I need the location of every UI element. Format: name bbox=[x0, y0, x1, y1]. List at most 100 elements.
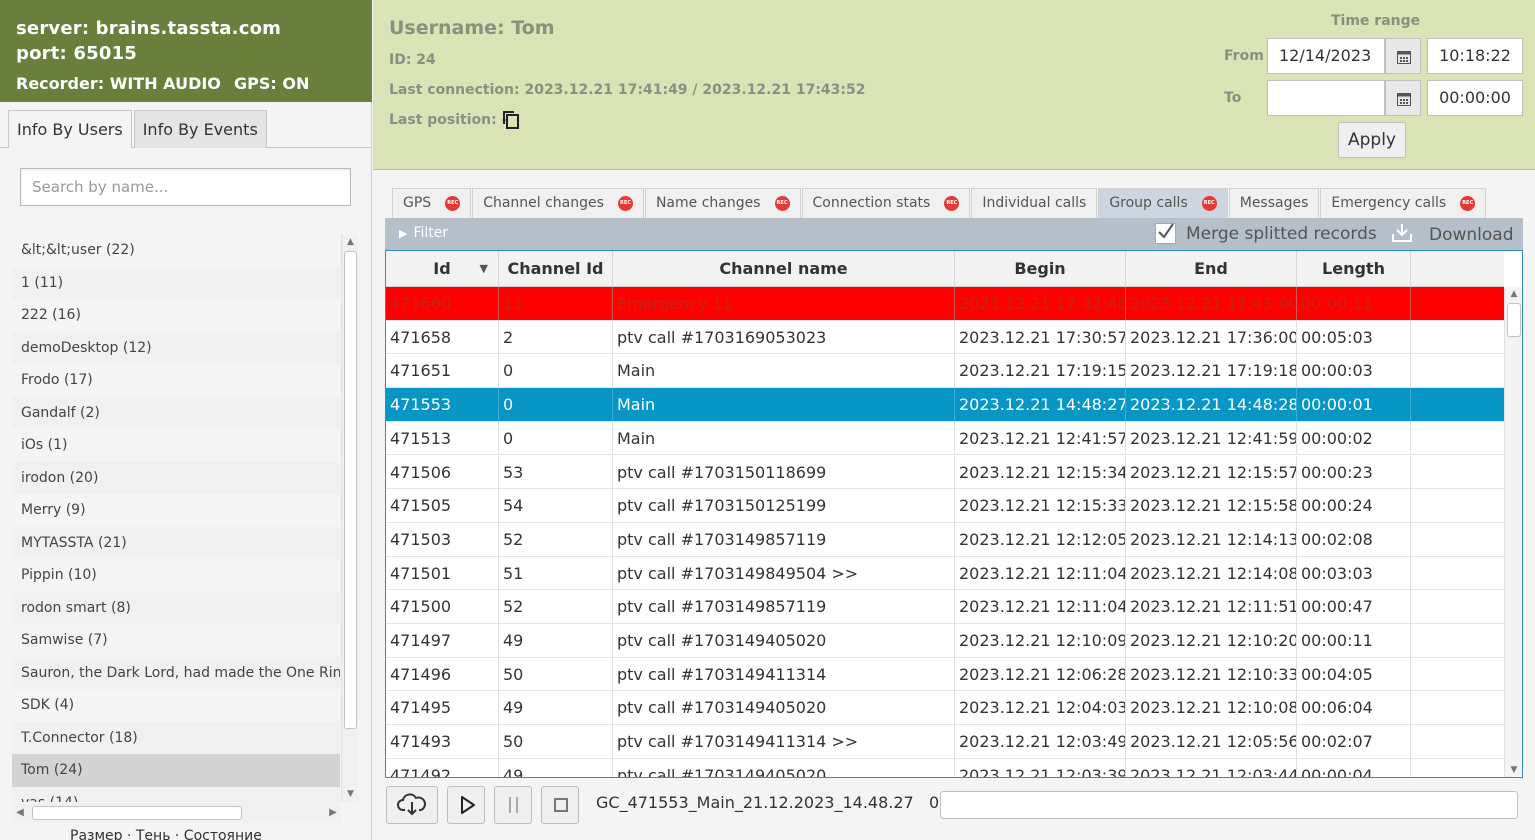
user-list-item[interactable]: Gandalf (2) bbox=[12, 396, 340, 429]
table-row[interactable]: 471506 53 ptv call #1703150118699 2023.12.2… bbox=[386, 455, 1504, 490]
table-row[interactable]: 471660 11 Emergency 11 2023.12.21 17:42:48 2… bbox=[386, 287, 1504, 321]
user-list-item[interactable]: Frodo (17) bbox=[12, 364, 340, 397]
from-date-input[interactable]: 12/14/2023 bbox=[1267, 38, 1385, 74]
tab-gps[interactable]: GPS REC bbox=[392, 188, 472, 218]
scroll-up-icon[interactable]: ▲ bbox=[1505, 287, 1522, 301]
tab-channel-changes[interactable]: Channel changes REC bbox=[472, 188, 644, 218]
table-row[interactable]: 471651 0 Main 2023.12.21 17:19:15 2023.12.21… bbox=[386, 354, 1504, 389]
table-row[interactable]: 471513 0 Main 2023.12.21 12:41:57 2023.12.21… bbox=[386, 421, 1504, 456]
user-list-item[interactable]: 222 (16) bbox=[12, 299, 340, 332]
playback-progress-bar[interactable] bbox=[940, 791, 1518, 819]
table-cell: 00:00:11 bbox=[1297, 624, 1411, 657]
scroll-up-icon[interactable]: ▲ bbox=[342, 234, 359, 250]
table-scroll-thumb[interactable] bbox=[1507, 303, 1521, 337]
user-list-item[interactable]: vas (14) bbox=[12, 786, 340, 802]
column-header[interactable]: Length bbox=[1297, 251, 1411, 287]
rec-icon: REC bbox=[1201, 195, 1217, 211]
user-list-item[interactable]: Merry (9) bbox=[12, 494, 340, 527]
stop-button[interactable] bbox=[541, 786, 579, 824]
table-row[interactable]: 471501 51 ptv call #1703149849504 >> 2023.1… bbox=[386, 556, 1504, 591]
tab-info-by-events[interactable]: Info By Events bbox=[133, 110, 267, 148]
column-header[interactable]: Channel Id bbox=[499, 251, 613, 287]
tab-group-calls[interactable]: Group calls REC bbox=[1098, 188, 1228, 218]
download-icon[interactable] bbox=[1391, 222, 1413, 244]
table-cell: 00:00:24 bbox=[1297, 489, 1411, 523]
user-list-item[interactable]: Sauron, the Dark Lord, had made the One … bbox=[12, 656, 340, 689]
user-list-scrollbar[interactable]: ▲ ▼ bbox=[341, 234, 358, 802]
play-button[interactable] bbox=[447, 786, 485, 824]
user-list-item[interactable]: demoDesktop (12) bbox=[12, 331, 340, 364]
tab-messages[interactable]: Messages bbox=[1228, 188, 1320, 218]
scroll-down-icon[interactable]: ▼ bbox=[342, 786, 359, 802]
tab-individual-calls[interactable]: Individual calls bbox=[971, 188, 1098, 218]
table-cell: 2023.12.21 12:15:58 bbox=[1126, 489, 1297, 523]
user-list-item[interactable]: T.Connector (18) bbox=[12, 721, 340, 754]
cloud-download-button[interactable] bbox=[386, 786, 438, 824]
event-tabs: GPS REC Channel changes REC Name changes REC C… bbox=[392, 188, 1487, 218]
table-cell: 2023.12.21 12:10:33 bbox=[1126, 657, 1297, 691]
pause-button[interactable] bbox=[494, 786, 532, 824]
user-list-item[interactable]: Tom (24) bbox=[12, 754, 340, 787]
table-row[interactable]: 471495 49 ptv call #1703149405020 2023.12.2… bbox=[386, 691, 1504, 726]
user-list-hscrollbar[interactable]: ◀ ▶ bbox=[12, 803, 341, 823]
to-date-input[interactable] bbox=[1267, 80, 1385, 116]
hscroll-thumb[interactable] bbox=[32, 806, 242, 820]
apply-button[interactable]: Apply bbox=[1338, 122, 1406, 158]
to-calendar-button[interactable] bbox=[1385, 80, 1421, 116]
user-list-item[interactable]: MYTASSTA (21) bbox=[12, 526, 340, 559]
table-row[interactable]: 471503 52 ptv call #1703149857119 2023.12.2… bbox=[386, 522, 1504, 557]
table-cell: 49 bbox=[499, 691, 613, 725]
table-cell: 49 bbox=[499, 624, 613, 657]
column-header[interactable]: Begin bbox=[955, 251, 1126, 287]
scroll-thumb[interactable] bbox=[344, 251, 357, 729]
tab-info-by-users[interactable]: Info By Users bbox=[8, 110, 132, 148]
user-list-item[interactable]: iOs (1) bbox=[12, 429, 340, 462]
column-header[interactable]: Id ▼ bbox=[386, 251, 499, 287]
tab-connection-stats[interactable]: Connection stats REC bbox=[801, 188, 971, 218]
bottom-clipped-text: Размер · Тень · Состояние bbox=[70, 828, 262, 840]
user-list-item[interactable]: SDK (4) bbox=[12, 689, 340, 722]
tab-name-changes[interactable]: Name changes REC bbox=[644, 188, 801, 218]
table-cell: ptv call #1703149849504 >> bbox=[613, 556, 955, 590]
user-list-item[interactable]: 1 (11) bbox=[12, 266, 340, 299]
user-list-item[interactable]: &lt;&lt;user (22) bbox=[12, 234, 340, 267]
table-row[interactable]: 471497 49 ptv call #1703149405020 2023.12.2… bbox=[386, 624, 1504, 658]
table-row[interactable]: 471492 49 ptv call #1703149405020 2023.12.2… bbox=[386, 758, 1504, 777]
table-cell: 2023.12.21 12:11:04 bbox=[955, 590, 1126, 624]
table-row[interactable]: 471500 52 ptv call #1703149857119 2023.12.2… bbox=[386, 590, 1504, 624]
merge-checkbox[interactable] bbox=[1155, 223, 1176, 244]
from-time-input[interactable]: 10:18:22 bbox=[1427, 38, 1523, 74]
scroll-down-icon[interactable]: ▼ bbox=[1505, 763, 1522, 777]
table-cell: ptv call #1703149411314 bbox=[613, 657, 955, 691]
table-row[interactable]: 471505 54 ptv call #1703150125199 2023.12.2… bbox=[386, 489, 1504, 523]
from-label: From bbox=[1224, 48, 1264, 64]
last-position: Last position: - bbox=[389, 112, 508, 128]
download-button[interactable]: Download bbox=[1429, 218, 1514, 253]
user-list-item[interactable]: Pippin (10) bbox=[12, 559, 340, 592]
scroll-left-icon[interactable]: ◀ bbox=[12, 803, 28, 823]
column-header[interactable]: End bbox=[1126, 251, 1297, 287]
scroll-right-icon[interactable]: ▶ bbox=[325, 803, 341, 823]
filter-toggle[interactable]: ▶ Filter bbox=[399, 218, 448, 249]
table-row[interactable]: 471553 0 Main 2023.12.21 14:48:27 2023.12.21… bbox=[386, 388, 1504, 422]
user-list-item[interactable]: Samwise (7) bbox=[12, 624, 340, 657]
from-calendar-button[interactable] bbox=[1385, 38, 1421, 74]
time-range-title: Time range bbox=[1331, 13, 1421, 29]
to-time-input[interactable]: 00:00:00 bbox=[1427, 80, 1523, 116]
copy-icon[interactable] bbox=[502, 110, 520, 130]
sort-desc-icon[interactable]: ▼ bbox=[480, 251, 488, 287]
column-header-label: Id bbox=[433, 259, 451, 278]
search-input[interactable]: Search by name... bbox=[20, 168, 351, 206]
table-cell: 471497 bbox=[386, 624, 499, 657]
table-row[interactable]: 471493 50 ptv call #1703149411314 >> 2023.1… bbox=[386, 725, 1504, 759]
user-list-item[interactable]: rodon smart (8) bbox=[12, 591, 340, 624]
user-id: ID: 24 bbox=[389, 52, 436, 68]
table-scrollbar[interactable]: ▲ ▼ bbox=[1504, 287, 1522, 777]
user-list-item[interactable]: irodon (20) bbox=[12, 461, 340, 494]
column-header[interactable]: Channel name bbox=[613, 251, 955, 287]
table-row[interactable]: 471658 2 ptv call #1703169053023 2023.12.21… bbox=[386, 320, 1504, 355]
tab-emergency-calls[interactable]: Emergency calls REC bbox=[1320, 188, 1487, 218]
username-title: Username: Tom bbox=[389, 17, 555, 39]
server-host: server: brains.tassta.com bbox=[16, 18, 282, 39]
table-row[interactable]: 471496 50 ptv call #1703149411314 2023.12.2… bbox=[386, 657, 1504, 692]
